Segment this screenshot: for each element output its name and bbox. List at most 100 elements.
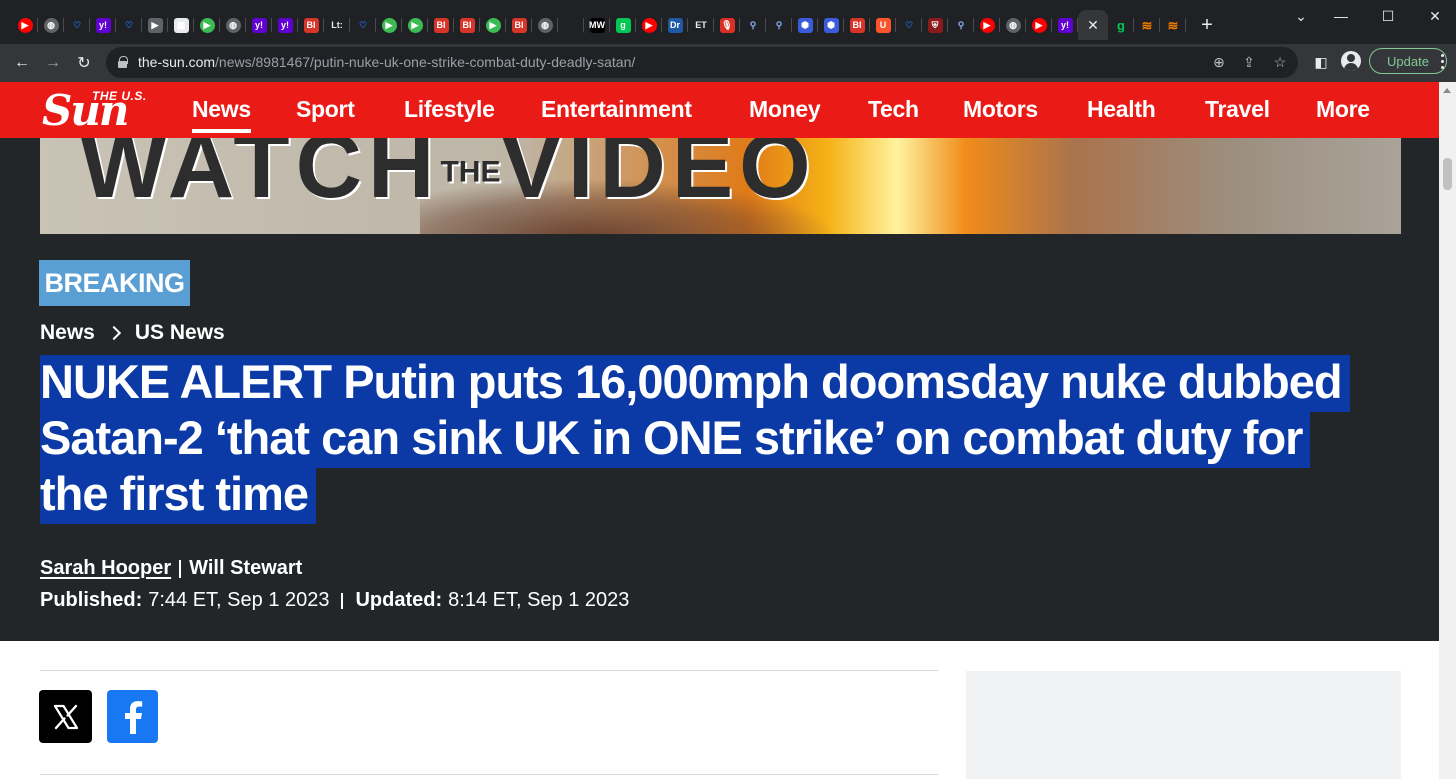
browser-tab[interactable]: g [1108, 10, 1134, 40]
share-icon[interactable]: ⇪ [1240, 53, 1258, 71]
updated-value: 8:14 ET, Sep 1 2023 [448, 589, 630, 611]
logo-main-text: Sun [42, 86, 129, 135]
profile-avatar-icon[interactable] [1341, 51, 1361, 71]
watch-video-banner[interactable]: WATCHTHEVIDEO [40, 138, 1401, 234]
browser-tab[interactable]: ▶ [636, 10, 662, 40]
browser-tab[interactable]: ≋ [1160, 10, 1186, 40]
browser-tab[interactable]: MW [584, 10, 610, 40]
updated-label: Updated: [355, 589, 443, 611]
nav-item-health[interactable]: Health [1087, 96, 1156, 123]
tag-icon: ▶ [147, 17, 163, 33]
maximize-icon[interactable]: ☐ [1365, 0, 1411, 32]
nav-item-money[interactable]: Money [749, 96, 821, 123]
browser-tab[interactable]: ⛨ [922, 10, 948, 40]
browser-tab[interactable]: ≋ [1134, 10, 1160, 40]
g-icon: g [1117, 17, 1125, 33]
breadcrumb-news[interactable]: News [40, 321, 95, 345]
browser-tab[interactable]: ⚲ [948, 10, 974, 40]
browser-tab[interactable]: ▶ [142, 10, 168, 40]
browser-tab[interactable]: ▦ [168, 10, 194, 40]
browser-tab[interactable]: ▶ [1026, 10, 1052, 40]
zoom-icon[interactable]: ⊕ [1210, 53, 1228, 71]
browser-tab[interactable]: ♡ [896, 10, 922, 40]
nav-item-more[interactable]: More [1316, 96, 1370, 123]
breadcrumb-us-news[interactable]: US News [135, 321, 225, 345]
globe-icon: ◍ [225, 17, 241, 33]
url-text[interactable]: the-sun.com/news/8981467/putin-nuke-uk-o… [138, 54, 635, 70]
new-tab-icon[interactable]: + [1194, 10, 1220, 40]
browser-tab[interactable]: BI [454, 10, 480, 40]
scroll-up-arrow-icon[interactable] [1443, 88, 1451, 93]
browser-tab[interactable]: ✺ [558, 10, 584, 40]
browser-tab[interactable]: 🎙 [714, 10, 740, 40]
browser-tab[interactable]: Dr [662, 10, 688, 40]
nav-item-travel[interactable]: Travel [1205, 96, 1270, 123]
reload-icon[interactable]: ↻ [72, 51, 96, 75]
published-value: 7:44 ET, Sep 1 2023 [148, 589, 330, 611]
minimize-icon[interactable]: — [1318, 0, 1364, 32]
browser-tab[interactable]: U [870, 10, 896, 40]
browser-tab[interactable]: y! [246, 10, 272, 40]
breaking-badge: BREAKING [39, 260, 190, 306]
the-us-sun-logo[interactable]: THE U.S. Sun [40, 86, 170, 134]
author-will-stewart: Will Stewart [189, 557, 303, 579]
browser-tab[interactable]: ET [688, 10, 714, 40]
side-panel-icon[interactable]: ◧ [1310, 51, 1332, 73]
browser-tab[interactable]: BI [844, 10, 870, 40]
page-scrollbar[interactable] [1439, 82, 1456, 779]
browser-tab[interactable]: ▶ [376, 10, 402, 40]
address-bar[interactable]: the-sun.com/news/8981467/putin-nuke-uk-o… [106, 47, 1298, 78]
browser-tab[interactable]: ⚲ [766, 10, 792, 40]
forward-arrow-icon[interactable]: → [41, 51, 65, 75]
browser-tab[interactable]: BI [298, 10, 324, 40]
youtube-icon: ▶ [979, 17, 995, 33]
bookmark-stack-icon: ≋ [1141, 17, 1153, 33]
nav-item-tech[interactable]: Tech [868, 96, 919, 123]
lj-icon: Lt: [331, 19, 343, 30]
browser-tab[interactable]: ♡ [116, 10, 142, 40]
browser-tab[interactable]: ◍ [1000, 10, 1026, 40]
active-tab[interactable]: ✕ [1078, 10, 1108, 40]
byline: Sarah Hooper Will Stewart [40, 557, 302, 580]
browser-tab[interactable]: ▶ [480, 10, 506, 40]
browser-tab[interactable]: ♡ [350, 10, 376, 40]
share-x-button[interactable] [39, 690, 92, 743]
menu-kebab-icon[interactable] [1436, 50, 1448, 72]
nav-item-lifestyle[interactable]: Lifestyle [404, 96, 495, 123]
nav-item-entertainment[interactable]: Entertainment [541, 96, 692, 123]
scrollbar-thumb[interactable] [1443, 158, 1452, 190]
browser-tab[interactable]: BI [428, 10, 454, 40]
nav-item-motors[interactable]: Motors [963, 96, 1038, 123]
browser-tab[interactable]: ⬢ [792, 10, 818, 40]
browser-tab[interactable]: ▶ [402, 10, 428, 40]
browser-tab[interactable]: Lt: [324, 10, 350, 40]
browser-tab[interactable]: ◍ [532, 10, 558, 40]
browser-tab[interactable]: ◍ [220, 10, 246, 40]
share-facebook-button[interactable] [107, 690, 158, 743]
lock-icon[interactable] [118, 56, 128, 68]
close-window-icon[interactable]: ✕ [1412, 0, 1456, 32]
browser-tab[interactable]: ⬢ [818, 10, 844, 40]
browser-tab[interactable]: ▶ [974, 10, 1000, 40]
nav-item-news[interactable]: News [192, 96, 251, 133]
sheet-icon: ▦ [173, 17, 189, 33]
browser-tab[interactable]: ◍ [38, 10, 64, 40]
banner-text: WATCHTHEVIDEO [80, 138, 817, 219]
browser-tab[interactable]: ⚲ [740, 10, 766, 40]
bookmark-star-icon[interactable]: ☆ [1271, 53, 1289, 71]
play-circle-icon: ▶ [199, 17, 215, 33]
close-tab-icon[interactable]: ✕ [1087, 17, 1099, 34]
shield-icon: ♡ [72, 19, 82, 30]
browser-tab[interactable]: y! [90, 10, 116, 40]
yahoo-icon: y! [95, 17, 111, 33]
browser-tab[interactable]: y! [1052, 10, 1078, 40]
browser-tab[interactable]: ▶ [194, 10, 220, 40]
browser-tab[interactable]: ▶ [12, 10, 38, 40]
browser-tab[interactable]: g [610, 10, 636, 40]
browser-tab[interactable]: BI [506, 10, 532, 40]
nav-item-sport[interactable]: Sport [296, 96, 355, 123]
back-arrow-icon[interactable]: ← [10, 51, 34, 75]
browser-tab[interactable]: y! [272, 10, 298, 40]
browser-tab[interactable]: ♡ [64, 10, 90, 40]
author-link-sarah-hooper[interactable]: Sarah Hooper [40, 557, 171, 580]
